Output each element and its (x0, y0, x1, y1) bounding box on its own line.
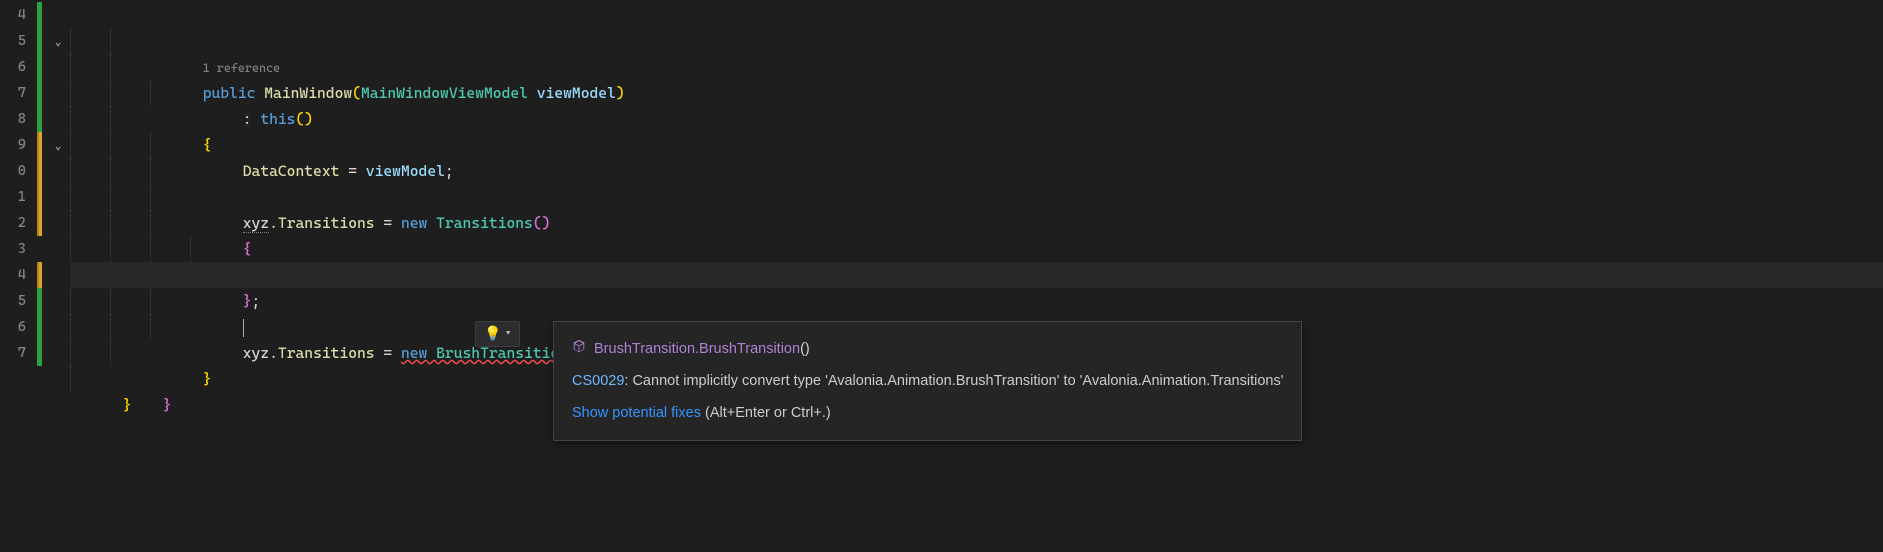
quick-actions-lightbulb[interactable]: 💡 ▾ (475, 321, 520, 347)
error-code: CS0029 (572, 373, 624, 389)
modified-marker (37, 132, 42, 158)
modified-marker (37, 184, 42, 210)
change-markers (32, 0, 46, 552)
tooltip-signature: BrushTransition.BrushTransition() (572, 336, 1283, 368)
saved-marker (37, 80, 42, 106)
line-number: 5 (0, 288, 26, 314)
saved-marker (37, 106, 42, 132)
error-tooltip: BrushTransition.BrushTransition() CS0029… (553, 321, 1302, 441)
tooltip-fix-row: Show potential fixes (Alt+Enter or Ctrl+… (572, 400, 1283, 426)
code-line[interactable]: }; (70, 236, 1883, 262)
modified-marker (37, 210, 42, 236)
code-line[interactable]: public MainWindow(MainWindowViewModel vi… (70, 28, 1883, 54)
code-line-error[interactable]: xyz.Transitions = new BrushTransition() … (70, 288, 1883, 314)
code-line-cursor[interactable] (70, 262, 1883, 288)
code-line[interactable]: : this() (70, 54, 1883, 80)
modified-marker (37, 158, 42, 184)
code-area[interactable]: 1 reference public MainWindow(MainWindow… (70, 0, 1883, 552)
line-number: 0 (0, 158, 26, 184)
saved-marker (37, 2, 42, 28)
line-number: 1 (0, 184, 26, 210)
line-number: 5 (0, 28, 26, 54)
cube-icon (572, 336, 586, 361)
code-line[interactable]: { (70, 80, 1883, 106)
line-number-gutter: 4 5 6 7 8 9 0 1 2 3 4 5 6 7 (0, 0, 32, 552)
saved-marker (37, 288, 42, 314)
code-line[interactable]: new BrushTransition() { Duration = TimeS… (70, 210, 1883, 236)
line-number: 6 (0, 314, 26, 340)
modified-marker (37, 262, 42, 288)
line-number: 6 (0, 54, 26, 80)
line-number: 2 (0, 210, 26, 236)
fix-shortcut-hint: (Alt+Enter or Ctrl+.) (701, 405, 831, 421)
code-editor: 4 5 6 7 8 9 0 1 2 3 4 5 6 7 ⌄ ⌄ (0, 0, 1883, 552)
line-number: 7 (0, 80, 26, 106)
line-number: 9 (0, 132, 26, 158)
code-line[interactable]: xyz.Transitions = new Transitions() (70, 158, 1883, 184)
show-fixes-link[interactable]: Show potential fixes (572, 405, 701, 421)
codelens-line[interactable]: 1 reference (70, 2, 1883, 28)
line-number: 8 (0, 106, 26, 132)
saved-marker (37, 340, 42, 366)
line-number: 3 (0, 236, 26, 262)
code-line[interactable]: DataContext = viewModel; (70, 106, 1883, 132)
saved-marker (37, 28, 42, 54)
fold-chevron-icon[interactable]: ⌄ (55, 139, 62, 152)
fold-chevron-icon[interactable]: ⌄ (55, 35, 62, 48)
line-number: 4 (0, 2, 26, 28)
chevron-down-icon: ▾ (505, 329, 510, 339)
code-line[interactable]: { (70, 184, 1883, 210)
saved-marker (37, 314, 42, 340)
tooltip-error-message: CS0029: Cannot implicitly convert type '… (572, 368, 1283, 400)
saved-marker (37, 54, 42, 80)
lightbulb-icon: 💡 (484, 326, 501, 342)
line-number: 7 (0, 340, 26, 366)
code-line[interactable] (70, 132, 1883, 158)
fold-column: ⌄ ⌄ (46, 0, 70, 552)
line-number: 4 (0, 262, 26, 288)
